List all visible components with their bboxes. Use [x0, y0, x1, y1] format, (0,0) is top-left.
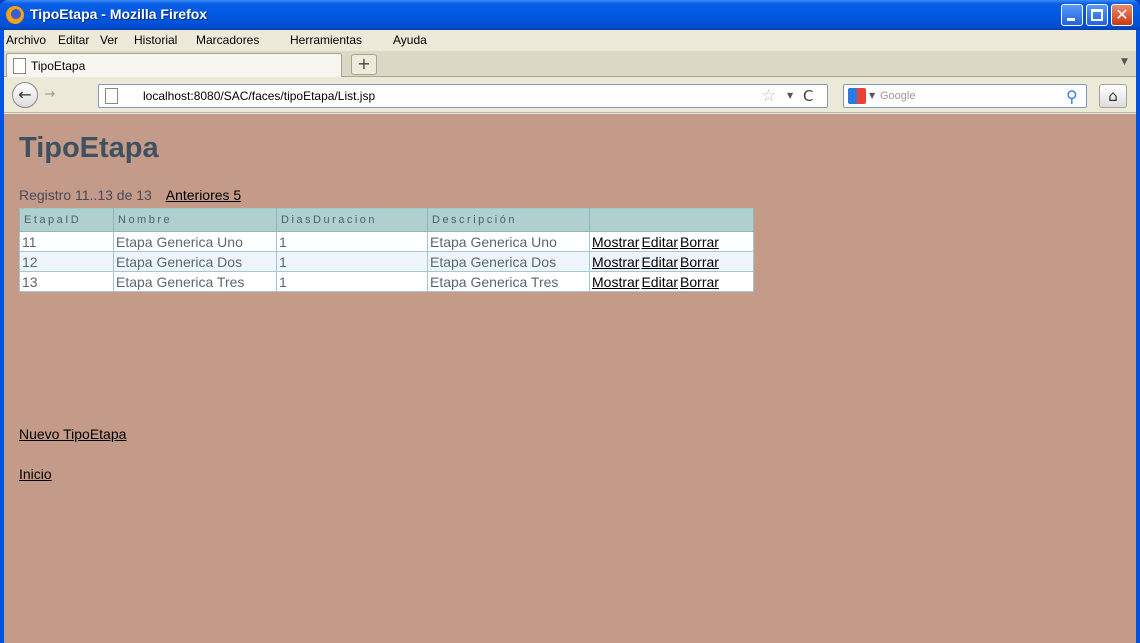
url-bar[interactable]: localhost:8080/SAC/faces/tipoEtapa/List.…: [98, 84, 828, 108]
tab-strip: TipoEtapa + ▼: [4, 51, 1136, 78]
page-title: TipoEtapa: [19, 132, 159, 164]
cell-dias: 1: [276, 251, 428, 272]
tab-list-chevron-down-icon[interactable]: ▼: [1121, 57, 1128, 67]
window-title: TipoEtapa - Mozilla Firefox: [30, 6, 208, 22]
page-icon: [13, 58, 26, 74]
menu-bar: Archivo Editar Ver Historial Marcadores …: [4, 30, 1136, 51]
nuevo-tipoetapa-link[interactable]: Nuevo TipoEtapa: [19, 426, 126, 442]
editar-link[interactable]: Editar: [641, 254, 678, 270]
title-bar[interactable]: TipoEtapa - Mozilla Firefox ✕: [0, 0, 1140, 30]
url-dropdown-chevron-icon[interactable]: ▼: [787, 91, 793, 100]
search-magnifier-icon[interactable]: ⚲: [1066, 87, 1078, 106]
tipoetapa-table: EtapaID Nombre DiasDuracion Descripción …: [19, 208, 754, 292]
cell-actions: Mostrar Editar Borrar: [589, 231, 754, 252]
mostrar-link[interactable]: Mostrar: [592, 234, 639, 250]
menu-ayuda[interactable]: Ayuda: [393, 33, 427, 47]
close-button[interactable]: ✕: [1111, 4, 1133, 26]
page-icon: [105, 88, 118, 104]
cell-id: 11: [19, 231, 114, 252]
menu-ver[interactable]: Ver: [100, 33, 118, 47]
menu-marcadores[interactable]: Marcadores: [196, 33, 259, 47]
menu-archivo[interactable]: Archivo: [6, 33, 46, 47]
forward-button[interactable]: →: [40, 86, 60, 104]
search-input[interactable]: Google: [880, 90, 915, 102]
tab-label: TipoEtapa: [31, 59, 86, 73]
anteriores-link[interactable]: Anteriores 5: [166, 187, 241, 203]
cell-nombre: Etapa Generica Tres: [113, 271, 277, 292]
close-icon: ✕: [1115, 5, 1129, 24]
maximize-button[interactable]: [1086, 4, 1108, 26]
search-engine-chevron-icon[interactable]: ▼: [869, 91, 875, 100]
cell-actions: Mostrar Editar Borrar: [589, 271, 754, 292]
page-content: TipoEtapa Registro 11..13 de 13 Anterior…: [4, 114, 1136, 643]
navigation-toolbar: ← → localhost:8080/SAC/faces/tipoEtapa/L…: [4, 77, 1136, 113]
mostrar-link[interactable]: Mostrar: [592, 274, 639, 290]
cell-nombre: Etapa Generica Dos: [113, 251, 277, 272]
cell-dias: 1: [276, 231, 428, 252]
registro-text: Registro 11..13 de 13: [19, 187, 152, 203]
url-input[interactable]: localhost:8080/SAC/faces/tipoEtapa/List.…: [143, 89, 375, 103]
column-header-etapaid: EtapaID: [19, 208, 114, 232]
cell-nombre: Etapa Generica Uno: [113, 231, 277, 252]
inicio-link[interactable]: Inicio: [19, 466, 52, 482]
table-row: 13 Etapa Generica Tres 1 Etapa Generica …: [19, 271, 754, 292]
table-row: 12 Etapa Generica Dos 1 Etapa Generica D…: [19, 251, 754, 272]
cell-descripcion: Etapa Generica Uno: [427, 231, 590, 252]
column-header-diasduracion: DiasDuracion: [276, 208, 428, 232]
cell-descripcion: Etapa Generica Dos: [427, 251, 590, 272]
borrar-link[interactable]: Borrar: [680, 234, 719, 250]
reload-button[interactable]: C: [803, 87, 813, 105]
home-button[interactable]: ⌂: [1099, 84, 1127, 108]
tab-tipoetapa[interactable]: TipoEtapa: [6, 53, 342, 78]
borrar-link[interactable]: Borrar: [680, 254, 719, 270]
menu-editar[interactable]: Editar: [58, 33, 89, 47]
editar-link[interactable]: Editar: [641, 234, 678, 250]
pagination-info: Registro 11..13 de 13 Anteriores 5: [19, 187, 241, 203]
cell-actions: Mostrar Editar Borrar: [589, 251, 754, 272]
column-header-actions: [589, 208, 754, 232]
editar-link[interactable]: Editar: [641, 274, 678, 290]
minimize-icon: [1067, 18, 1075, 21]
firefox-logo-icon: [6, 6, 24, 24]
table-row: 11 Etapa Generica Uno 1 Etapa Generica U…: [19, 231, 754, 252]
minimize-button[interactable]: [1061, 4, 1083, 26]
cell-id: 13: [19, 271, 114, 292]
search-engine-icon[interactable]: [848, 88, 866, 104]
menu-historial[interactable]: Historial: [134, 33, 177, 47]
mostrar-link[interactable]: Mostrar: [592, 254, 639, 270]
browser-chrome: Archivo Editar Ver Historial Marcadores …: [4, 30, 1136, 643]
maximize-icon: [1091, 9, 1103, 21]
column-header-descripcion: Descripción: [427, 208, 590, 232]
cell-id: 12: [19, 251, 114, 272]
cell-descripcion: Etapa Generica Tres: [427, 271, 590, 292]
back-button[interactable]: ←: [12, 82, 38, 108]
new-tab-button[interactable]: +: [351, 54, 377, 75]
table-header-row: EtapaID Nombre DiasDuracion Descripción: [19, 208, 754, 232]
cell-dias: 1: [276, 271, 428, 292]
column-header-nombre: Nombre: [113, 208, 277, 232]
borrar-link[interactable]: Borrar: [680, 274, 719, 290]
bookmark-star-icon[interactable]: ☆: [761, 86, 776, 106]
menu-herramientas[interactable]: Herramientas: [290, 33, 362, 47]
search-bar[interactable]: ▼ Google ⚲: [843, 84, 1087, 108]
browser-window: TipoEtapa - Mozilla Firefox ✕ Archivo Ed…: [0, 0, 1140, 643]
